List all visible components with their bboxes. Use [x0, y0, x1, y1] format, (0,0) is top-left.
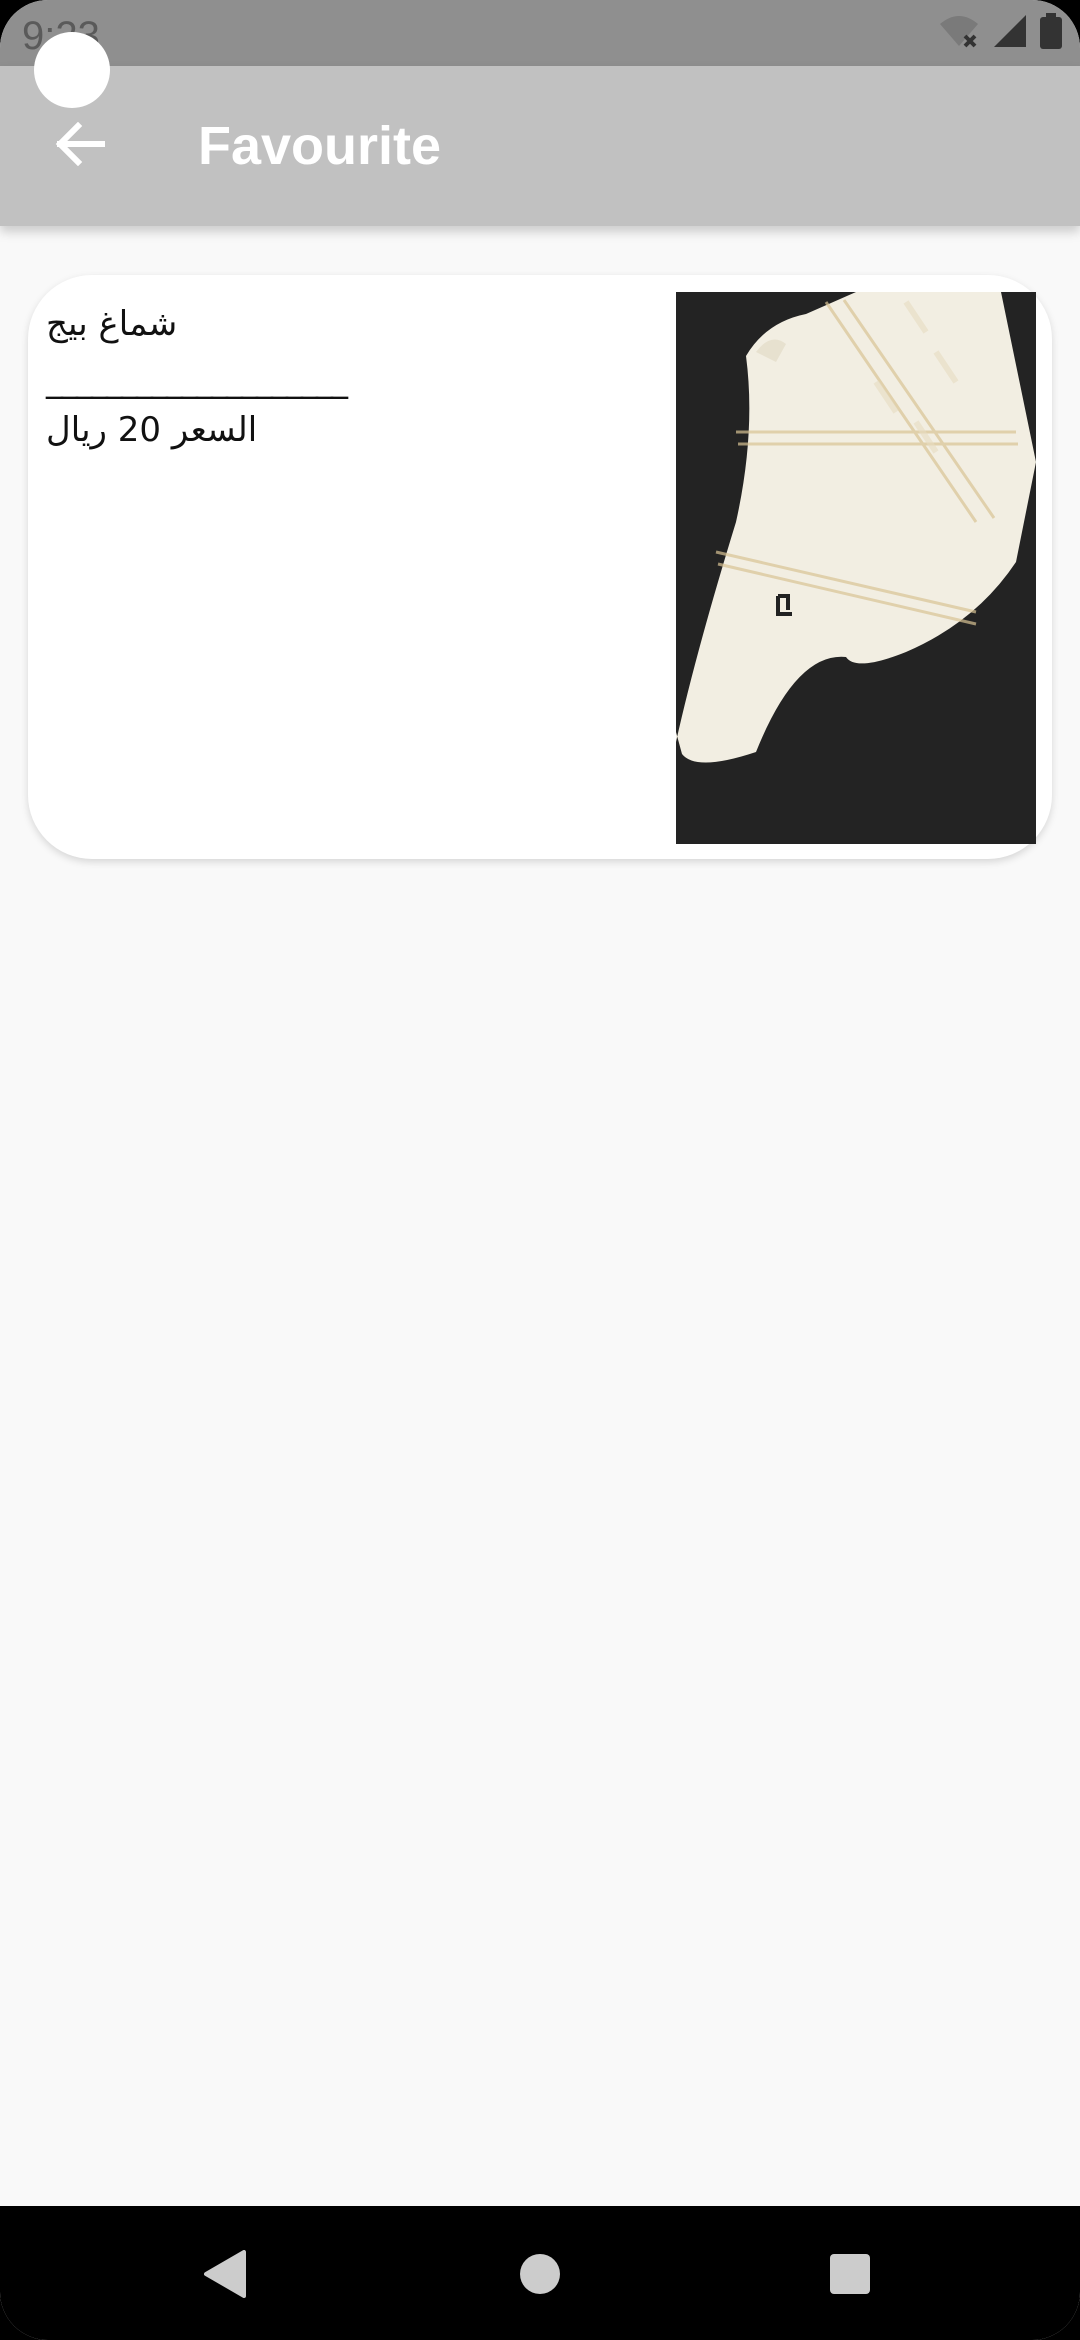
wifi-off-icon: [938, 14, 980, 53]
back-triangle-icon: [204, 2249, 248, 2303]
touch-indicator: [34, 32, 110, 108]
product-price: السعر 20 ريال: [46, 410, 258, 450]
arrow-left-icon: [54, 121, 106, 171]
favourite-item-text: شماغ بيج ____________________ السعر 20 ر…: [46, 299, 646, 455]
status-icons: [938, 12, 1062, 54]
home-circle-icon: [518, 2252, 562, 2301]
product-name: شماغ بيج: [46, 304, 178, 344]
nav-home-button[interactable]: [490, 2226, 590, 2326]
back-button[interactable]: [40, 106, 120, 186]
battery-icon: [1040, 12, 1062, 54]
signal-icon: [992, 13, 1028, 54]
product-image: [676, 292, 1036, 844]
screen: 9:23: [0, 0, 1080, 2340]
recents-square-icon: [828, 2252, 872, 2301]
nav-recents-button[interactable]: [800, 2226, 900, 2326]
favourite-item-card[interactable]: شماغ بيج ____________________ السعر 20 ر…: [28, 275, 1052, 859]
page-title: Favourite: [198, 116, 442, 176]
status-bar: 9:23: [0, 0, 1080, 66]
navigation-bar: [0, 2206, 1080, 2340]
nav-back-button[interactable]: [176, 2226, 276, 2326]
app-bar: Favourite: [0, 66, 1080, 226]
product-divider: ____________________: [46, 360, 348, 400]
